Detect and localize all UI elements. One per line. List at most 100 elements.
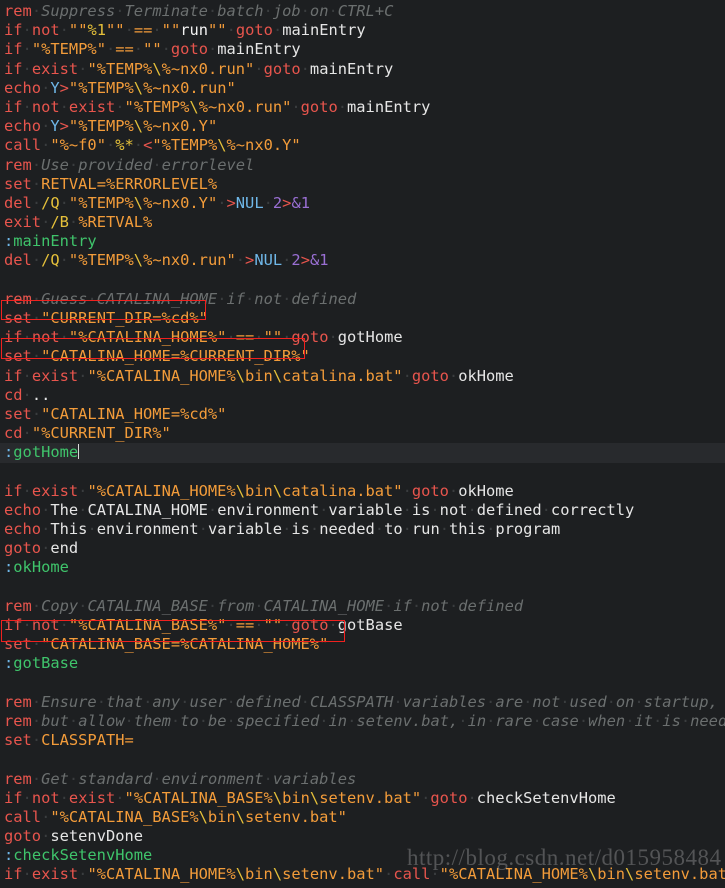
code-token-cmt: but xyxy=(41,711,69,730)
code-token-dot: · xyxy=(22,424,32,443)
code-token-dot: · xyxy=(31,404,42,423)
code-line[interactable]: exit·/B·%RETVAL% xyxy=(0,213,725,232)
code-line[interactable]: set·"CATALINA_HOME=%CURRENT_DIR%" xyxy=(0,347,725,366)
code-line[interactable]: if·exist·"%CATALINA_HOME%\bin\catalina.b… xyxy=(0,482,725,501)
code-token-plain: mainEntry xyxy=(217,40,301,59)
code-token-dot: · xyxy=(384,865,394,884)
code-line[interactable]: cd·.. xyxy=(0,386,725,405)
code-line[interactable]: if·not·""%1""·==·""run""·goto·mainEntry xyxy=(0,21,725,40)
code-line[interactable]: set·RETVAL=%ERRORLEVEL% xyxy=(0,175,725,194)
code-line[interactable]: if·exist·"%TEMP%\%~nx0.run"·goto·mainEnt… xyxy=(0,60,725,79)
code-line[interactable]: echo·Y>"%TEMP%\%~nx0.Y" xyxy=(0,117,725,136)
code-token-str: "%CATALINA_BASE% xyxy=(50,807,199,826)
code-token-cmd: set xyxy=(4,635,32,654)
code-line[interactable]: if·not·exist·"%TEMP%\%~nx0.run"·goto·mai… xyxy=(0,98,725,117)
code-token-plain: mainEntry xyxy=(347,97,431,116)
code-token-str: "" xyxy=(208,21,227,40)
code-token-dot: · xyxy=(105,136,116,155)
code-token-cmt: CATALINA_BASE xyxy=(87,596,208,615)
code-token-cmd: exist xyxy=(31,59,79,78)
code-token-str: == xyxy=(235,616,255,634)
code-token-str: "%CATALINA_HOME%" xyxy=(68,328,227,347)
code-token-str: %RETVAL% xyxy=(78,213,153,232)
code-line[interactable]: call·"%~f0"·%*·<"%TEMP%\%~nx0.Y" xyxy=(0,136,725,155)
code-token-cmt: batch xyxy=(217,2,264,20)
code-line[interactable]: if·exist·"%CATALINA_HOME%\bin\setenv.bat… xyxy=(0,865,725,884)
code-token-cmt: be xyxy=(208,711,227,730)
code-line[interactable]: goto·end xyxy=(0,539,725,558)
code-line[interactable]: :checkSetenvHome xyxy=(0,846,725,865)
code-token-str: == xyxy=(115,40,134,59)
code-line[interactable]: :setenvDone xyxy=(0,885,725,888)
code-token-cmd: if xyxy=(4,788,23,807)
code-line[interactable]: cd·"%CURRENT_DIR%" xyxy=(0,424,725,443)
code-line[interactable]: rem·Guess·CATALINA_HOME·if·not·defined xyxy=(0,290,725,309)
code-line[interactable]: :mainEntry xyxy=(0,232,725,251)
code-token-cmd: rem xyxy=(4,155,32,174)
code-line[interactable]: rem·Suppress·Terminate·batch·job·on·CTRL… xyxy=(0,2,725,21)
code-line[interactable]: rem·Ensure·that·any·user·defined·CLASSPA… xyxy=(0,693,725,712)
code-line[interactable]: rem·Copy·CATALINA_BASE·from·CATALINA_HOM… xyxy=(0,597,725,616)
code-line[interactable] xyxy=(0,271,725,290)
code-line[interactable]: if·"%TEMP%"·==·""·goto·mainEntry xyxy=(0,40,725,59)
code-token-cmt: on xyxy=(309,2,329,20)
code-token-str: "CATALINA_BASE=%CATALINA_HOME%" xyxy=(41,635,329,654)
code-token-dot: · xyxy=(59,788,69,807)
code-token-blue: NUL xyxy=(235,193,264,212)
code-token-cmd: call xyxy=(4,136,42,155)
code-line[interactable]: echo·The·CATALINA_HOME·environment·varia… xyxy=(0,501,725,520)
code-line[interactable] xyxy=(0,463,725,482)
code-token-dot: · xyxy=(291,97,301,116)
code-token-cmt: CATALINA_HOME xyxy=(96,289,218,308)
code-line[interactable]: rem·but·allow·them·to·be·specified·in·se… xyxy=(0,712,725,731)
code-line[interactable]: if·exist·"%CATALINA_HOME%\bin\catalina.b… xyxy=(0,367,725,386)
code-token-cmt: rare xyxy=(495,711,533,730)
code-line[interactable]: :gotBase xyxy=(0,654,725,673)
code-line[interactable]: set·"CATALINA_BASE=%CATALINA_HOME%" xyxy=(0,635,725,654)
code-line[interactable]: echo·This·environment·variable·is·needed… xyxy=(0,520,725,539)
code-line[interactable]: rem·Use·provided·errorlevel xyxy=(0,156,725,175)
code-line[interactable]: set·"CATALINA_HOME=%cd%" xyxy=(0,405,725,424)
code-token-dot: · xyxy=(31,174,42,193)
code-line[interactable]: if·not·"%CATALINA_HOME%"·==·""·goto·gotH… xyxy=(0,328,725,347)
code-token-str: "%TEMP% xyxy=(68,117,134,136)
code-token-cmd: goto xyxy=(170,40,208,59)
code-token-dot: · xyxy=(532,711,542,730)
code-line[interactable]: if·not·"%CATALINA_BASE%"·==·""·goto·gotB… xyxy=(0,616,725,635)
code-token-dot: · xyxy=(384,596,394,615)
code-line[interactable] xyxy=(0,578,725,597)
code-token-str: "%CATALINA_HOME% xyxy=(87,366,236,385)
code-line[interactable]: call·"%CATALINA_BASE%\bin\setenv.bat" xyxy=(0,808,725,827)
code-token-cmt: defined xyxy=(291,289,357,308)
code-line[interactable]: del·/Q·"%TEMP%\%~nx0.run"·>NUL·2>&1 xyxy=(0,251,725,270)
code-token-blue: : xyxy=(4,885,13,888)
code-line[interactable]: echo·Y>"%TEMP%\%~nx0.run" xyxy=(0,79,725,98)
code-line[interactable]: set·CLASSPATH= xyxy=(0,731,725,750)
code-token-dot: · xyxy=(124,711,134,730)
code-line[interactable]: del·/Q·"%TEMP%\%~nx0.Y"·>NUL·2>&1 xyxy=(0,194,725,213)
code-line[interactable]: set·"CURRENT_DIR=%cd%" xyxy=(0,309,725,328)
code-line[interactable]: if·not·exist·"%CATALINA_BASE%\bin\setenv… xyxy=(0,789,725,808)
code-token-label: okHome xyxy=(13,558,69,577)
code-line[interactable] xyxy=(0,750,725,769)
code-token-cmd: set xyxy=(4,731,32,750)
code-token-cmd: goto xyxy=(430,788,468,807)
code-token-flag: %1 xyxy=(87,21,107,40)
text-cursor xyxy=(78,444,80,460)
code-editor-viewport[interactable]: rem·Suppress·Terminate·batch·job·on·CTRL… xyxy=(0,0,725,888)
code-token-dot: · xyxy=(263,2,273,20)
code-token-plain: .. xyxy=(31,385,51,404)
code-line[interactable] xyxy=(0,674,725,693)
code-token-dot: · xyxy=(393,692,403,711)
code-line[interactable]: :okHome xyxy=(0,558,725,577)
code-line[interactable]: rem·Get·standard·environment·variables xyxy=(0,770,725,789)
code-line[interactable]: :gotHome xyxy=(0,443,725,463)
code-token-cmt: variables xyxy=(402,692,487,711)
code-token-str: bin xyxy=(245,366,273,385)
code-line[interactable]: goto·setenvDone xyxy=(0,827,725,846)
code-token-dot: · xyxy=(217,193,227,212)
code-token-str: setenv.bat" xyxy=(319,788,422,807)
code-token-plain: is xyxy=(291,520,310,539)
code-token-dot: · xyxy=(402,366,412,385)
code-token-bsl: \ xyxy=(133,193,144,212)
